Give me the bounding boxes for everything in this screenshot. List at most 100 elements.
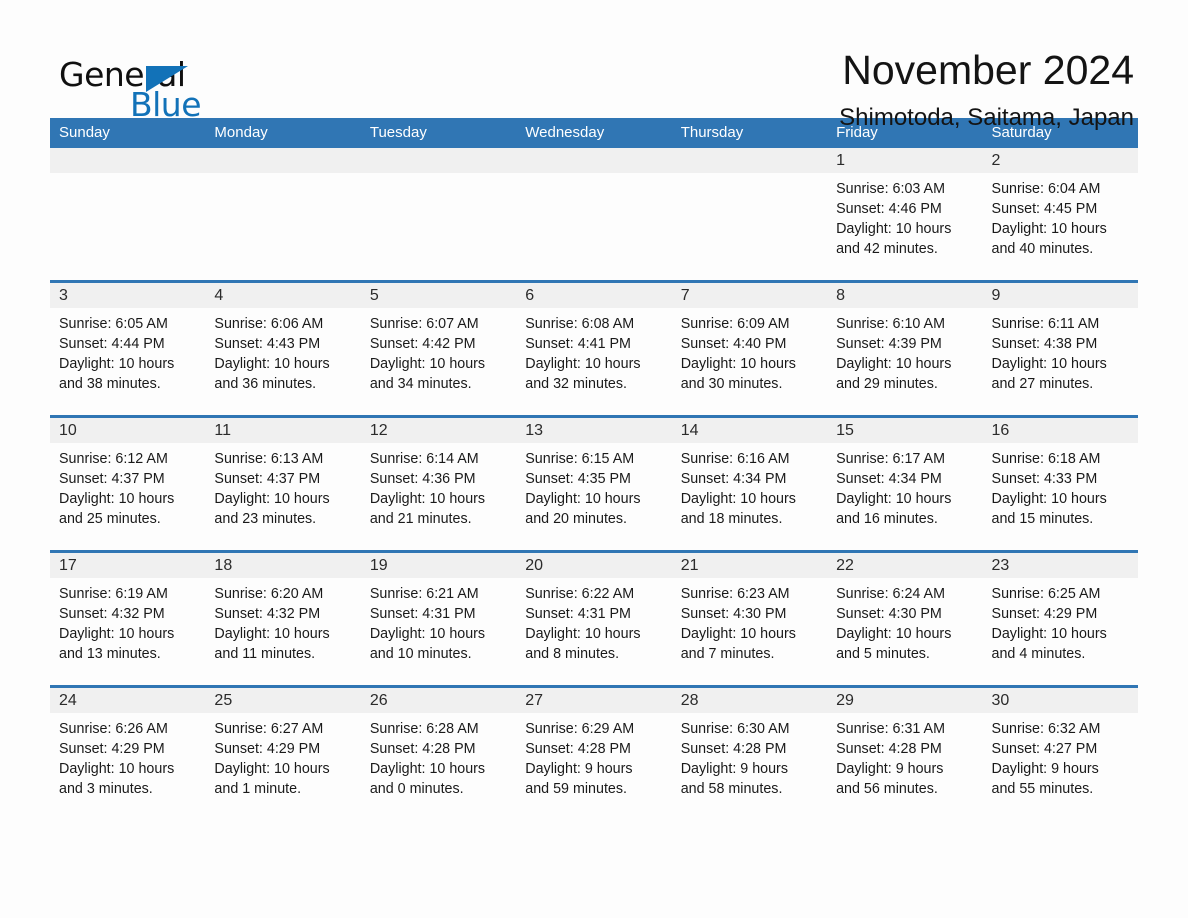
daylight-text-line2: and 56 minutes. bbox=[836, 781, 938, 797]
day-cell[interactable]: 3 Sunrise: 6:05 AM Sunset: 4:44 PM Dayli… bbox=[50, 283, 206, 415]
sunrise-text: Sunrise: 6:31 AM bbox=[836, 721, 945, 737]
daylight-text-line1: Daylight: 10 hours bbox=[680, 491, 796, 507]
daylight-text-line2: and 20 minutes. bbox=[525, 511, 627, 527]
page-header: General Blue November 2024 Shimotoda, Sa… bbox=[50, 0, 1138, 131]
day-number-band: 16 bbox=[982, 418, 1138, 443]
day-details: Sunrise: 6:07 AM Sunset: 4:42 PM Dayligh… bbox=[361, 308, 516, 394]
day-number-band: 18 bbox=[205, 553, 361, 578]
daylight-text-line1: Daylight: 9 hours bbox=[991, 761, 1099, 777]
day-number-band: 22 bbox=[827, 553, 983, 578]
day-cell[interactable]: 22 Sunrise: 6:24 AM Sunset: 4:30 PM Dayl… bbox=[827, 553, 983, 685]
day-cell[interactable]: 4 Sunrise: 6:06 AM Sunset: 4:43 PM Dayli… bbox=[205, 283, 361, 415]
day-number: 16 bbox=[991, 422, 1010, 439]
day-number: 12 bbox=[369, 422, 388, 439]
day-cell[interactable]: 24 Sunrise: 6:26 AM Sunset: 4:29 PM Dayl… bbox=[50, 688, 206, 820]
sunrise-text: Sunrise: 6:17 AM bbox=[836, 451, 945, 467]
sunset-text: Sunset: 4:37 PM bbox=[59, 471, 165, 487]
day-cell[interactable]: 18 Sunrise: 6:20 AM Sunset: 4:32 PM Dayl… bbox=[205, 553, 361, 685]
daylight-text-line1: Daylight: 10 hours bbox=[525, 626, 641, 642]
day-cell[interactable]: 2 Sunrise: 6:04 AM Sunset: 4:45 PM Dayli… bbox=[982, 148, 1138, 280]
day-cell[interactable] bbox=[50, 148, 206, 280]
day-details: Sunrise: 6:15 AM Sunset: 4:35 PM Dayligh… bbox=[516, 443, 671, 529]
weekday-monday: Monday bbox=[214, 124, 268, 141]
page-title: November 2024 bbox=[842, 47, 1134, 93]
day-cell[interactable]: 16 Sunrise: 6:18 AM Sunset: 4:33 PM Dayl… bbox=[982, 418, 1138, 550]
day-details: Sunrise: 6:20 AM Sunset: 4:32 PM Dayligh… bbox=[205, 578, 360, 664]
day-cell[interactable]: 29 Sunrise: 6:31 AM Sunset: 4:28 PM Dayl… bbox=[827, 688, 983, 820]
general-blue-logo: General Blue bbox=[50, 46, 230, 122]
sunset-text: Sunset: 4:44 PM bbox=[59, 336, 165, 352]
daylight-text-line2: and 7 minutes. bbox=[680, 646, 775, 662]
day-cell[interactable]: 7 Sunrise: 6:09 AM Sunset: 4:40 PM Dayli… bbox=[671, 283, 828, 415]
weekday-header-row: Sunday Monday Tuesday Wednesday Thursday… bbox=[50, 118, 1138, 148]
day-cell[interactable] bbox=[360, 148, 517, 280]
day-cell[interactable] bbox=[671, 148, 828, 280]
day-cell[interactable]: 28 Sunrise: 6:30 AM Sunset: 4:28 PM Dayl… bbox=[671, 688, 828, 820]
daylight-text-line2: and 27 minutes. bbox=[991, 376, 1094, 392]
daylight-text-line1: Daylight: 9 hours bbox=[836, 761, 944, 777]
daylight-text-line1: Daylight: 10 hours bbox=[836, 221, 952, 237]
daylight-text-line2: and 36 minutes. bbox=[214, 376, 317, 392]
day-number: 27 bbox=[525, 692, 544, 709]
day-cell[interactable] bbox=[516, 148, 672, 280]
day-cell[interactable]: 9 Sunrise: 6:11 AM Sunset: 4:38 PM Dayli… bbox=[982, 283, 1138, 415]
sunrise-text: Sunrise: 6:28 AM bbox=[369, 721, 479, 737]
day-number: 21 bbox=[680, 557, 699, 574]
day-details: Sunrise: 6:11 AM Sunset: 4:38 PM Dayligh… bbox=[983, 308, 1138, 394]
sunrise-text: Sunrise: 6:18 AM bbox=[991, 451, 1101, 467]
sunrise-text: Sunrise: 6:15 AM bbox=[525, 451, 635, 467]
sunset-text: Sunset: 4:33 PM bbox=[991, 471, 1098, 487]
day-cell[interactable]: 23 Sunrise: 6:25 AM Sunset: 4:29 PM Dayl… bbox=[982, 553, 1138, 685]
day-cell[interactable]: 5 Sunrise: 6:07 AM Sunset: 4:42 PM Dayli… bbox=[360, 283, 517, 415]
sunrise-text: Sunrise: 6:32 AM bbox=[991, 721, 1101, 737]
sunrise-text: Sunrise: 6:23 AM bbox=[680, 586, 790, 602]
day-details: Sunrise: 6:26 AM Sunset: 4:29 PM Dayligh… bbox=[50, 713, 205, 799]
day-cell[interactable]: 10 Sunrise: 6:12 AM Sunset: 4:37 PM Dayl… bbox=[50, 418, 206, 550]
day-number-band: 1 bbox=[827, 148, 983, 173]
day-number-band bbox=[671, 148, 828, 173]
day-cell[interactable]: 21 Sunrise: 6:23 AM Sunset: 4:30 PM Dayl… bbox=[671, 553, 828, 685]
day-number: 23 bbox=[991, 557, 1010, 574]
week-row: 1 Sunrise: 6:03 AM Sunset: 4:46 PM Dayli… bbox=[50, 148, 1138, 280]
day-cell[interactable]: 15 Sunrise: 6:17 AM Sunset: 4:34 PM Dayl… bbox=[827, 418, 983, 550]
sunrise-text: Sunrise: 6:25 AM bbox=[991, 586, 1101, 602]
day-number-band: 14 bbox=[671, 418, 828, 443]
day-cell[interactable]: 27 Sunrise: 6:29 AM Sunset: 4:28 PM Dayl… bbox=[516, 688, 672, 820]
day-cell[interactable]: 6 Sunrise: 6:08 AM Sunset: 4:41 PM Dayli… bbox=[516, 283, 672, 415]
daylight-text-line2: and 15 minutes. bbox=[991, 511, 1094, 527]
daylight-text-line1: Daylight: 10 hours bbox=[680, 626, 796, 642]
daylight-text-line1: Daylight: 10 hours bbox=[991, 491, 1107, 507]
day-cell[interactable]: 30 Sunrise: 6:32 AM Sunset: 4:27 PM Dayl… bbox=[982, 688, 1138, 820]
day-number-band: 9 bbox=[982, 283, 1138, 308]
day-cell[interactable]: 19 Sunrise: 6:21 AM Sunset: 4:31 PM Dayl… bbox=[360, 553, 517, 685]
day-details: Sunrise: 6:27 AM Sunset: 4:29 PM Dayligh… bbox=[205, 713, 360, 799]
sunset-text: Sunset: 4:42 PM bbox=[369, 336, 476, 352]
sunrise-text: Sunrise: 6:04 AM bbox=[991, 181, 1101, 197]
day-cell[interactable]: 17 Sunrise: 6:19 AM Sunset: 4:32 PM Dayl… bbox=[50, 553, 206, 685]
sunrise-text: Sunrise: 6:21 AM bbox=[369, 586, 479, 602]
day-number-band: 10 bbox=[50, 418, 206, 443]
day-details: Sunrise: 6:17 AM Sunset: 4:34 PM Dayligh… bbox=[827, 443, 982, 529]
day-cell[interactable] bbox=[205, 148, 361, 280]
sunset-text: Sunset: 4:40 PM bbox=[680, 336, 787, 352]
weekday-saturday: Saturday bbox=[991, 124, 1052, 141]
daylight-text-line2: and 58 minutes. bbox=[680, 781, 783, 797]
day-details: Sunrise: 6:30 AM Sunset: 4:28 PM Dayligh… bbox=[672, 713, 827, 799]
daylight-text-line1: Daylight: 10 hours bbox=[991, 626, 1107, 642]
day-cell[interactable]: 13 Sunrise: 6:15 AM Sunset: 4:35 PM Dayl… bbox=[516, 418, 672, 550]
sunset-text: Sunset: 4:32 PM bbox=[59, 606, 165, 622]
day-cell[interactable]: 20 Sunrise: 6:22 AM Sunset: 4:31 PM Dayl… bbox=[516, 553, 672, 685]
day-number-band: 3 bbox=[50, 283, 206, 308]
day-cell[interactable]: 14 Sunrise: 6:16 AM Sunset: 4:34 PM Dayl… bbox=[671, 418, 828, 550]
day-cell[interactable]: 26 Sunrise: 6:28 AM Sunset: 4:28 PM Dayl… bbox=[360, 688, 517, 820]
day-cell[interactable]: 11 Sunrise: 6:13 AM Sunset: 4:37 PM Dayl… bbox=[205, 418, 361, 550]
weekday-friday: Friday bbox=[836, 124, 878, 141]
sunrise-text: Sunrise: 6:05 AM bbox=[59, 316, 168, 332]
day-cell[interactable]: 1 Sunrise: 6:03 AM Sunset: 4:46 PM Dayli… bbox=[827, 148, 983, 280]
day-cell[interactable]: 25 Sunrise: 6:27 AM Sunset: 4:29 PM Dayl… bbox=[205, 688, 361, 820]
day-cell[interactable]: 12 Sunrise: 6:14 AM Sunset: 4:36 PM Dayl… bbox=[360, 418, 517, 550]
day-cell[interactable]: 8 Sunrise: 6:10 AM Sunset: 4:39 PM Dayli… bbox=[827, 283, 983, 415]
day-number-band: 29 bbox=[827, 688, 983, 713]
sunrise-text: Sunrise: 6:22 AM bbox=[525, 586, 635, 602]
daylight-text-line2: and 38 minutes. bbox=[59, 376, 161, 392]
